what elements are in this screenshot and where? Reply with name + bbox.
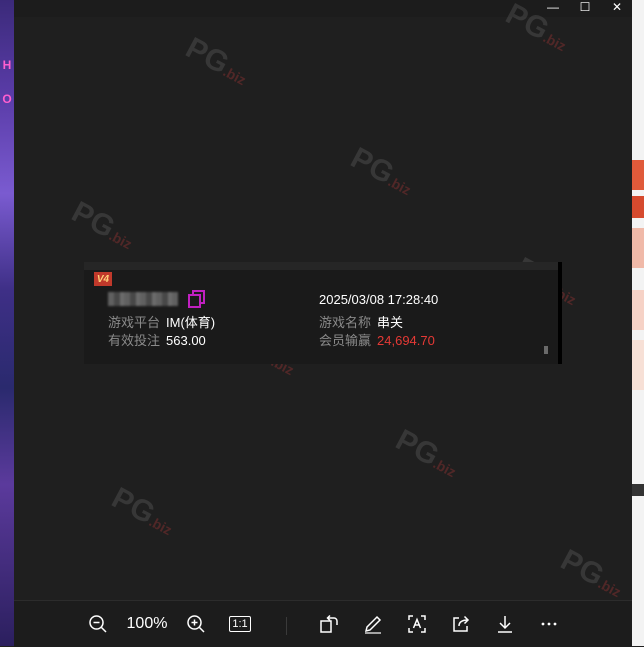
viewer-toolbar: 100% 1:1 (14, 600, 632, 647)
minimize-button[interactable]: — (538, 0, 568, 14)
field-label: 会员输赢 (319, 333, 372, 348)
image-viewer-window: — ☐ ✕ PG.biz PG.biz PG.biz PG.biz PG.biz… (14, 0, 632, 647)
field-game-platform: 游戏平台 IM(体育) (108, 312, 215, 331)
field-label: 游戏平台 (108, 315, 161, 330)
field-label: 有效投注 (108, 333, 161, 348)
copy-icon (188, 290, 206, 308)
maximize-button[interactable]: ☐ (570, 0, 600, 14)
title-bar: — ☐ ✕ (14, 0, 632, 17)
vip-badge: V4 (94, 272, 112, 286)
scroll-thumb (544, 346, 548, 354)
field-value: 24,694.70 (377, 333, 435, 348)
watermark: PG.biz (66, 195, 135, 253)
edit-icon[interactable] (360, 609, 386, 639)
more-icon[interactable] (536, 609, 562, 639)
field-value: 563.00 (166, 333, 206, 348)
watermark: PG.biz (106, 481, 175, 539)
watermark: PG.biz (180, 31, 249, 89)
field-game-name: 游戏名称 串关 (319, 312, 403, 331)
field-valid-bet: 有效投注 563.00 (108, 330, 206, 349)
text-recognize-icon[interactable] (404, 609, 430, 639)
actual-size-label: 1:1 (229, 616, 251, 632)
toolbar-divider (286, 617, 287, 635)
watermark: PG.biz (345, 141, 414, 199)
close-button[interactable]: ✕ (602, 0, 632, 14)
background-window-left: H O (0, 0, 14, 646)
background-glyph: O (2, 92, 12, 106)
share-icon[interactable] (448, 609, 474, 639)
record-date: 2025/03/08 17:28:40 (319, 292, 439, 307)
watermark: PG.biz (390, 423, 459, 481)
download-icon[interactable] (492, 609, 518, 639)
zoom-in-icon[interactable] (184, 609, 208, 639)
actual-size-icon[interactable]: 1:1 (226, 609, 254, 639)
zoom-level[interactable]: 100% (122, 609, 172, 639)
background-window-right (632, 0, 644, 646)
field-value: IM(体育) (166, 315, 216, 330)
blurred-username (108, 292, 178, 306)
image-edge (558, 262, 562, 364)
background-glyph: H (2, 58, 12, 72)
zoom-out-icon[interactable] (86, 609, 110, 639)
field-label: 游戏名称 (319, 315, 372, 330)
rotate-icon[interactable] (316, 609, 342, 639)
zoom-level-text: 100% (126, 615, 168, 632)
field-member-winloss: 会员输赢 24,694.70 (319, 330, 435, 349)
field-value: 串关 (377, 315, 404, 330)
image-canvas[interactable]: PG.biz PG.biz PG.biz PG.biz PG.biz PG.bi… (14, 0, 632, 600)
watermark: PG.biz (555, 543, 624, 601)
displayed-image: V4 2025/03/08 17:28:40 游戏平台 IM(体育) 游戏名称 串关… (84, 262, 562, 364)
